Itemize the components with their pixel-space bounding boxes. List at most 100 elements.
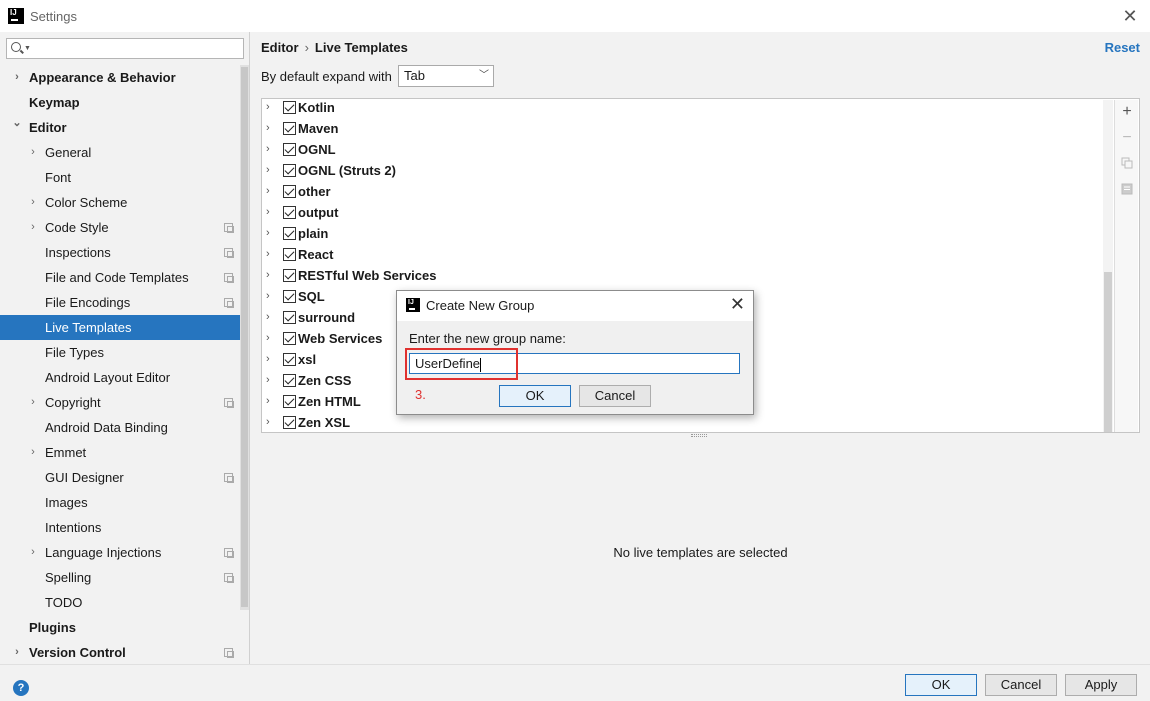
chevron-right-icon[interactable]: ›: [266, 328, 270, 349]
chevron-right-icon[interactable]: ›: [266, 139, 270, 160]
chevron-right-icon[interactable]: ›: [266, 370, 270, 391]
chevron-right-icon[interactable]: ›: [266, 223, 270, 244]
sidebar-item-inspections[interactable]: Inspections: [0, 240, 240, 265]
chevron-right-icon[interactable]: ›: [28, 215, 38, 240]
chevron-right-icon[interactable]: ›: [266, 118, 270, 139]
duplicate-icon[interactable]: [1120, 157, 1134, 171]
group-enabled-checkbox[interactable]: [283, 101, 296, 114]
chevron-right-icon[interactable]: ›: [266, 99, 270, 118]
reset-link[interactable]: Reset: [1105, 40, 1140, 55]
chevron-right-icon[interactable]: ›: [266, 160, 270, 181]
project-scope-icon: [224, 298, 234, 308]
group-enabled-checkbox[interactable]: [283, 185, 296, 198]
group-enabled-checkbox[interactable]: [283, 374, 296, 387]
sidebar-item-todo[interactable]: TODO: [0, 590, 240, 615]
sidebar-item-file-types[interactable]: File Types: [0, 340, 240, 365]
group-enabled-checkbox[interactable]: [283, 227, 296, 240]
group-enabled-checkbox[interactable]: [283, 164, 296, 177]
group-enabled-checkbox[interactable]: [283, 395, 296, 408]
chevron-right-icon[interactable]: ›: [266, 265, 270, 286]
sidebar-item-android-layout-editor[interactable]: Android Layout Editor: [0, 365, 240, 390]
sidebar-item-images[interactable]: Images: [0, 490, 240, 515]
chevron-right-icon[interactable]: ›: [28, 390, 38, 415]
cancel-button[interactable]: Cancel: [985, 674, 1057, 696]
chevron-right-icon[interactable]: ›: [28, 440, 38, 465]
chevron-right-icon[interactable]: ›: [28, 190, 38, 215]
template-group-name: Kotlin: [298, 100, 335, 115]
add-icon[interactable]: +: [1120, 104, 1134, 120]
project-scope-icon: [224, 573, 234, 583]
sidebar-item-language-injections[interactable]: › Language Injections: [0, 540, 240, 565]
dialog-cancel-button[interactable]: Cancel: [579, 385, 651, 407]
chevron-right-icon[interactable]: ›: [266, 307, 270, 328]
chevron-right-icon[interactable]: ›: [12, 65, 22, 90]
chevron-down-icon[interactable]: ⌄: [12, 111, 22, 136]
chevron-right-icon[interactable]: ›: [266, 349, 270, 370]
dialog-close-icon[interactable]: ✕: [730, 294, 745, 315]
settings-search-input[interactable]: ▼: [6, 38, 244, 59]
sidebar-item-copyright[interactable]: › Copyright: [0, 390, 240, 415]
chevron-right-icon[interactable]: ›: [266, 412, 270, 432]
sidebar-item-general[interactable]: › General: [0, 140, 240, 165]
sidebar-item-intentions[interactable]: Intentions: [0, 515, 240, 540]
sidebar-item-gui-designer[interactable]: GUI Designer: [0, 465, 240, 490]
group-enabled-checkbox[interactable]: [283, 206, 296, 219]
chevron-right-icon[interactable]: ›: [266, 391, 270, 412]
chevron-right-icon[interactable]: ›: [266, 202, 270, 223]
list-scrollbar-thumb[interactable]: [1104, 272, 1112, 432]
group-enabled-checkbox[interactable]: [283, 332, 296, 345]
sidebar-item-plugins[interactable]: Plugins: [0, 615, 240, 640]
group-enabled-checkbox[interactable]: [283, 122, 296, 135]
sidebar-item-label: Images: [45, 495, 88, 510]
sidebar-scrollbar[interactable]: [240, 65, 249, 610]
chevron-right-icon[interactable]: ›: [266, 181, 270, 202]
project-scope-icon: [224, 223, 234, 233]
sidebar-item-font[interactable]: Font: [0, 165, 240, 190]
sidebar-item-editor[interactable]: ⌄ Editor: [0, 115, 240, 140]
breadcrumb-separator: ›: [304, 40, 309, 55]
sidebar-item-label: Version Control: [29, 645, 126, 660]
sidebar-item-label: Spelling: [45, 570, 92, 585]
group-enabled-checkbox[interactable]: [283, 416, 296, 429]
sidebar-item-emmet[interactable]: › Emmet: [0, 440, 240, 465]
sidebar-item-android-data-binding[interactable]: Android Data Binding: [0, 415, 240, 440]
sidebar-item-code-style[interactable]: › Code Style: [0, 215, 240, 240]
group-enabled-checkbox[interactable]: [283, 353, 296, 366]
splitter-handle[interactable]: [691, 434, 707, 437]
sidebar-item-keymap[interactable]: Keymap: [0, 90, 240, 115]
group-enabled-checkbox[interactable]: [283, 248, 296, 261]
sidebar-item-color-scheme[interactable]: › Color Scheme: [0, 190, 240, 215]
chevron-right-icon[interactable]: ›: [12, 640, 22, 665]
sidebar-item-spelling[interactable]: Spelling: [0, 565, 240, 590]
chevron-right-icon[interactable]: ›: [28, 140, 38, 165]
window-title: Settings: [30, 8, 77, 24]
search-dropdown-icon[interactable]: ▼: [24, 45, 31, 52]
group-enabled-checkbox[interactable]: [283, 269, 296, 282]
chevron-right-icon[interactable]: ›: [266, 286, 270, 307]
ok-button[interactable]: OK: [905, 674, 977, 696]
list-scrollbar[interactable]: [1103, 100, 1113, 432]
apply-button[interactable]: Apply: [1065, 674, 1137, 696]
chevron-right-icon[interactable]: ›: [28, 540, 38, 565]
project-scope-icon: [224, 273, 234, 283]
group-enabled-checkbox[interactable]: [283, 290, 296, 303]
sidebar-scrollbar-thumb[interactable]: [241, 67, 248, 607]
group-enabled-checkbox[interactable]: [283, 143, 296, 156]
help-icon[interactable]: ?: [13, 680, 29, 696]
dialog-ok-button[interactable]: OK: [499, 385, 571, 407]
remove-icon[interactable]: −: [1120, 130, 1134, 146]
group-enabled-checkbox[interactable]: [283, 311, 296, 324]
sidebar-item-file-encodings[interactable]: File Encodings: [0, 290, 240, 315]
chevron-right-icon[interactable]: ›: [266, 244, 270, 265]
group-name-label: Enter the new group name:: [409, 331, 566, 346]
template-group-name: Zen HTML: [298, 394, 361, 409]
project-scope-icon: [224, 473, 234, 483]
expand-with-select[interactable]: Tab ﹀: [398, 65, 494, 87]
restore-defaults-icon[interactable]: [1120, 183, 1134, 197]
sidebar-item-live-templates[interactable]: Live Templates: [0, 315, 240, 340]
sidebar-item-label: Appearance & Behavior: [29, 70, 176, 85]
sidebar-item-version-control[interactable]: › Version Control: [0, 640, 240, 665]
sidebar-item-appearance-behavior[interactable]: › Appearance & Behavior: [0, 65, 240, 90]
sidebar-item-file-and-code-templates[interactable]: File and Code Templates: [0, 265, 240, 290]
close-window-icon[interactable]: ✕: [1120, 6, 1140, 26]
